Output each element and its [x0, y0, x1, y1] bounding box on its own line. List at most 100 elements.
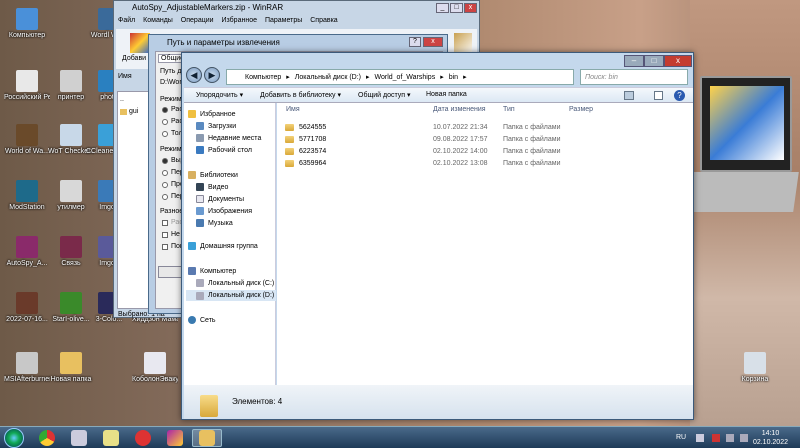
nav-video[interactable]: Видео [196, 183, 228, 191]
help-icon[interactable]: ? [674, 90, 685, 101]
downloads-icon [196, 122, 204, 130]
column-size[interactable]: Размер [569, 106, 593, 113]
tray-up-icon[interactable] [696, 434, 704, 442]
nav-favorites[interactable]: Избранное [188, 110, 235, 118]
table-row[interactable]: 6359964 02.10.2022 13:08 Папка с файлами [277, 159, 693, 169]
minimize-button[interactable]: – [624, 55, 644, 67]
preview-pane-icon[interactable] [654, 91, 663, 100]
taskbar-winrar[interactable] [160, 429, 190, 447]
maximize-button[interactable]: □ [450, 3, 463, 13]
menu-file[interactable]: Файл [118, 17, 135, 24]
tray-flag-icon[interactable] [712, 434, 720, 442]
file-list[interactable]: Имя Дата изменения Тип Размер 5624555 10.… [277, 103, 693, 385]
mode-radio-2[interactable] [162, 119, 168, 125]
nav-music[interactable]: Музыка [196, 219, 233, 227]
mode-radio-3[interactable] [162, 131, 168, 137]
nav-documents[interactable]: Документы [196, 195, 244, 203]
dialog-title: Путь и параметры извлечения [167, 38, 280, 47]
taskbar-explorer[interactable] [192, 429, 222, 447]
misc-check-1[interactable] [162, 220, 168, 226]
list-header[interactable]: Имя [118, 73, 132, 80]
breadcrumb-disk-d[interactable]: Локальный диск (D:) [295, 74, 361, 81]
add-to-library-button[interactable]: Добавить в библиотеку ▾ [260, 91, 341, 99]
desktop-icon[interactable]: MSIAfterburnerApi [4, 352, 50, 384]
network-icon[interactable] [726, 434, 734, 442]
misc-check-2[interactable] [162, 232, 168, 238]
menu-help[interactable]: Справка [310, 17, 337, 24]
clock[interactable]: 14:10 02.10.2022 [753, 429, 788, 447]
row-type: Папка с файлами [503, 148, 561, 155]
table-row[interactable]: 5624555 10.07.2022 21:34 Папка с файлами [277, 123, 693, 133]
close-button[interactable]: x [464, 3, 477, 13]
nav-images[interactable]: Изображения [196, 207, 252, 215]
winrar-menu: Файл Команды Операции Избранное Параметр… [118, 17, 344, 24]
mode-radio-1[interactable] [162, 107, 168, 113]
desktop-icon[interactable]: ModStation [4, 180, 50, 212]
misc-check-3[interactable] [162, 244, 168, 250]
overwrite-radio-4[interactable] [162, 194, 168, 200]
desktop-icon[interactable]: World of Wa... [4, 124, 50, 156]
desktop-icon[interactable]: Корзина [732, 352, 778, 384]
desktop-icon[interactable]: Российский Реестр [4, 70, 50, 102]
nav-recent[interactable]: Недавние места [196, 134, 261, 142]
help-button[interactable]: ? [409, 37, 421, 47]
folder-icon [285, 136, 294, 143]
address-bar[interactable]: Компьютер ▸ Локальный диск (D:) ▸ World_of… [226, 69, 574, 85]
explorer-window[interactable]: – □ x ◀ ▶ Компьютер ▸ Локальный диск (D:)… [181, 52, 694, 420]
nav-computer[interactable]: Компьютер [188, 267, 236, 275]
nav-homegroup[interactable]: Домашняя группа [188, 242, 258, 250]
column-name[interactable]: Имя [286, 106, 300, 113]
table-row[interactable]: 5771708 09.08.2022 17:57 Папка с файлами [277, 135, 693, 145]
menu-options[interactable]: Параметры [265, 17, 302, 24]
desktop-icon[interactable]: Компьютер [4, 8, 50, 40]
search-input[interactable]: Поиск: bin [580, 69, 688, 85]
desktop-icon[interactable]: КоболонЭвакуатор [132, 352, 178, 384]
nav-desktop[interactable]: Рабочий стол [196, 146, 252, 154]
shortcut-icon [16, 124, 38, 146]
breadcrumb-wows[interactable]: World_of_Warships [375, 74, 436, 81]
chrome-icon [39, 430, 55, 446]
nav-libraries[interactable]: Библиотеки [188, 171, 238, 179]
back-button[interactable]: ◀ [186, 67, 202, 83]
list-item-up[interactable]: .. [120, 96, 124, 103]
overwrite-radio-3[interactable] [162, 182, 168, 188]
column-date[interactable]: Дата изменения [433, 106, 486, 113]
taskbar-chrome[interactable] [32, 429, 62, 447]
maximize-button[interactable]: □ [644, 55, 664, 67]
breadcrumb-bin[interactable]: bin [449, 74, 458, 81]
view-icon[interactable] [624, 91, 634, 100]
overwrite-radio-2[interactable] [162, 170, 168, 176]
menu-favorites[interactable]: Избранное [222, 17, 257, 24]
close-button[interactable]: x [664, 55, 692, 67]
desktop-icon[interactable]: Новая папка [48, 352, 94, 384]
language-indicator[interactable]: RU [676, 434, 686, 441]
forward-button[interactable]: ▶ [204, 67, 220, 83]
navigation-pane[interactable]: Избранное Загрузки Недавние места Рабочи… [184, 103, 276, 385]
menu-operations[interactable]: Операции [181, 17, 214, 24]
column-type[interactable]: Тип [503, 106, 515, 113]
dialog-close-button[interactable]: x [423, 37, 443, 47]
list-item-gui[interactable]: gui [120, 108, 138, 115]
overwrite-radio-1[interactable] [162, 158, 168, 164]
add-icon[interactable] [130, 33, 150, 53]
nav-disk-d[interactable]: Локальный диск (D:) [186, 290, 276, 301]
menu-commands[interactable]: Команды [143, 17, 173, 24]
folder-icon [285, 160, 294, 167]
nav-disk-c[interactable]: Локальный диск (C:) [196, 279, 274, 287]
taskbar-app-1[interactable] [64, 429, 94, 447]
minimize-button[interactable]: _ [436, 3, 449, 13]
table-row[interactable]: 6223574 02.10.2022 14:00 Папка с файлами [277, 147, 693, 157]
command-bar: Упорядочить ▾ Добавить в библиотеку ▾ Об… [184, 87, 693, 103]
start-button[interactable] [4, 428, 24, 448]
volume-icon[interactable] [740, 434, 748, 442]
desktop-icon[interactable]: AutoSpy_A... [4, 236, 50, 268]
desktop-icon[interactable]: 2022-07-16... [4, 292, 50, 324]
breadcrumb-computer[interactable]: Компьютер [245, 74, 281, 81]
taskbar-app-2[interactable] [96, 429, 126, 447]
nav-downloads[interactable]: Загрузки [196, 122, 236, 130]
taskbar-app-3[interactable] [128, 429, 158, 447]
nav-network[interactable]: Сеть [188, 316, 216, 324]
organize-button[interactable]: Упорядочить ▾ [196, 91, 243, 99]
new-folder-button[interactable]: Новая папка [426, 91, 467, 98]
share-button[interactable]: Общий доступ ▾ [358, 91, 411, 99]
